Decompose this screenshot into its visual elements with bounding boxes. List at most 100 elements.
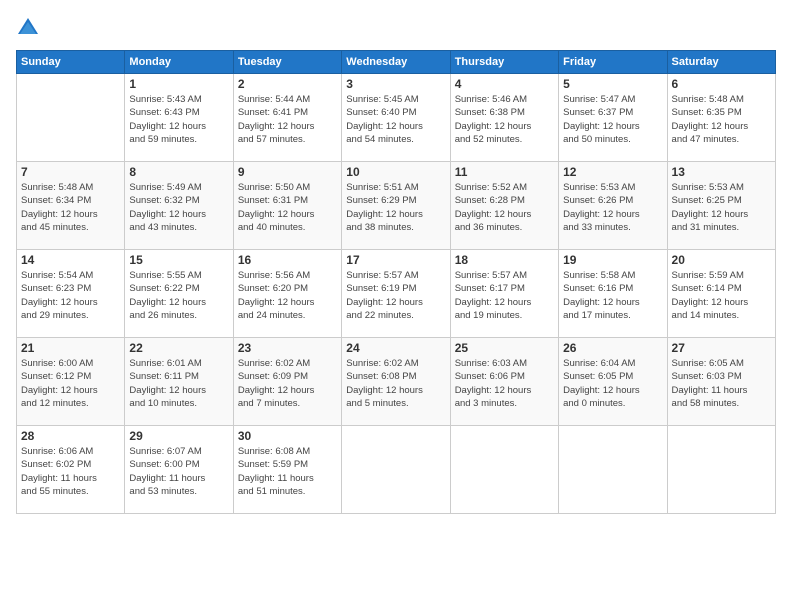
day-number: 7 xyxy=(21,165,120,179)
day-number: 23 xyxy=(238,341,337,355)
calendar-cell: 28 Sunrise: 6:06 AM Sunset: 6:02 PM Dayli… xyxy=(17,426,125,514)
weekday-header-monday: Monday xyxy=(125,51,233,74)
day-number: 19 xyxy=(563,253,662,267)
day-info: Sunrise: 6:02 AM Sunset: 6:09 PM Dayligh… xyxy=(238,357,337,410)
day-number: 3 xyxy=(346,77,445,91)
day-number: 4 xyxy=(455,77,554,91)
day-number: 17 xyxy=(346,253,445,267)
calendar-cell: 16 Sunrise: 5:56 AM Sunset: 6:20 PM Dayli… xyxy=(233,250,341,338)
day-info: Sunrise: 6:06 AM Sunset: 6:02 PM Dayligh… xyxy=(21,445,120,498)
page: SundayMondayTuesdayWednesdayThursdayFrid… xyxy=(0,0,792,612)
calendar-cell xyxy=(559,426,667,514)
calendar-cell: 2 Sunrise: 5:44 AM Sunset: 6:41 PM Daylig… xyxy=(233,74,341,162)
day-info: Sunrise: 6:07 AM Sunset: 6:00 PM Dayligh… xyxy=(129,445,228,498)
day-info: Sunrise: 5:49 AM Sunset: 6:32 PM Dayligh… xyxy=(129,181,228,234)
calendar-cell: 8 Sunrise: 5:49 AM Sunset: 6:32 PM Daylig… xyxy=(125,162,233,250)
day-number: 16 xyxy=(238,253,337,267)
calendar-cell: 21Sunrise: 6:00 AM Sunset: 6:12 PM Dayli… xyxy=(17,338,125,426)
day-info: Sunrise: 6:04 AM Sunset: 6:05 PM Dayligh… xyxy=(563,357,662,410)
day-info: Sunrise: 5:44 AM Sunset: 6:41 PM Dayligh… xyxy=(238,93,337,146)
day-number: 2 xyxy=(238,77,337,91)
day-info: Sunrise: 5:47 AM Sunset: 6:37 PM Dayligh… xyxy=(563,93,662,146)
calendar-cell xyxy=(17,74,125,162)
day-number: 27 xyxy=(672,341,771,355)
day-info: Sunrise: 5:53 AM Sunset: 6:26 PM Dayligh… xyxy=(563,181,662,234)
day-number: 8 xyxy=(129,165,228,179)
calendar-cell: 13 Sunrise: 5:53 AM Sunset: 6:25 PM Dayli… xyxy=(667,162,775,250)
calendar-cell xyxy=(450,426,558,514)
day-info: Sunrise: 5:52 AM Sunset: 6:28 PM Dayligh… xyxy=(455,181,554,234)
calendar-cell: 14 Sunrise: 5:54 AM Sunset: 6:23 PM Dayli… xyxy=(17,250,125,338)
week-row-4: 21Sunrise: 6:00 AM Sunset: 6:12 PM Dayli… xyxy=(17,338,776,426)
weekday-header-saturday: Saturday xyxy=(667,51,775,74)
calendar-cell: 1 Sunrise: 5:43 AM Sunset: 6:43 PM Daylig… xyxy=(125,74,233,162)
calendar-cell: 7Sunrise: 5:48 AM Sunset: 6:34 PM Daylig… xyxy=(17,162,125,250)
day-number: 1 xyxy=(129,77,228,91)
day-info: Sunrise: 5:59 AM Sunset: 6:14 PM Dayligh… xyxy=(672,269,771,322)
logo-icon xyxy=(16,16,40,40)
day-info: Sunrise: 5:55 AM Sunset: 6:22 PM Dayligh… xyxy=(129,269,228,322)
calendar-body: 1 Sunrise: 5:43 AM Sunset: 6:43 PM Daylig… xyxy=(17,74,776,514)
day-info: Sunrise: 6:03 AM Sunset: 6:06 PM Dayligh… xyxy=(455,357,554,410)
week-row-1: 1 Sunrise: 5:43 AM Sunset: 6:43 PM Daylig… xyxy=(17,74,776,162)
day-number: 22 xyxy=(129,341,228,355)
day-number: 28 xyxy=(21,429,120,443)
day-number: 10 xyxy=(346,165,445,179)
week-row-2: 7Sunrise: 5:48 AM Sunset: 6:34 PM Daylig… xyxy=(17,162,776,250)
day-number: 5 xyxy=(563,77,662,91)
calendar-cell: 23 Sunrise: 6:02 AM Sunset: 6:09 PM Dayli… xyxy=(233,338,341,426)
day-number: 20 xyxy=(672,253,771,267)
calendar-cell: 18 Sunrise: 5:57 AM Sunset: 6:17 PM Dayli… xyxy=(450,250,558,338)
day-info: Sunrise: 5:53 AM Sunset: 6:25 PM Dayligh… xyxy=(672,181,771,234)
calendar-cell: 4 Sunrise: 5:46 AM Sunset: 6:38 PM Daylig… xyxy=(450,74,558,162)
day-number: 24 xyxy=(346,341,445,355)
calendar-header: SundayMondayTuesdayWednesdayThursdayFrid… xyxy=(17,51,776,74)
calendar-cell: 3 Sunrise: 5:45 AM Sunset: 6:40 PM Daylig… xyxy=(342,74,450,162)
weekday-header-wednesday: Wednesday xyxy=(342,51,450,74)
calendar-cell: 9 Sunrise: 5:50 AM Sunset: 6:31 PM Daylig… xyxy=(233,162,341,250)
header xyxy=(16,16,776,40)
calendar: SundayMondayTuesdayWednesdayThursdayFrid… xyxy=(16,50,776,514)
weekday-header-friday: Friday xyxy=(559,51,667,74)
calendar-cell: 29 Sunrise: 6:07 AM Sunset: 6:00 PM Dayli… xyxy=(125,426,233,514)
day-number: 18 xyxy=(455,253,554,267)
day-info: Sunrise: 5:48 AM Sunset: 6:35 PM Dayligh… xyxy=(672,93,771,146)
calendar-cell: 26 Sunrise: 6:04 AM Sunset: 6:05 PM Dayli… xyxy=(559,338,667,426)
day-info: Sunrise: 5:57 AM Sunset: 6:19 PM Dayligh… xyxy=(346,269,445,322)
day-number: 26 xyxy=(563,341,662,355)
weekday-row: SundayMondayTuesdayWednesdayThursdayFrid… xyxy=(17,51,776,74)
day-number: 6 xyxy=(672,77,771,91)
calendar-cell: 11 Sunrise: 5:52 AM Sunset: 6:28 PM Dayli… xyxy=(450,162,558,250)
day-number: 9 xyxy=(238,165,337,179)
calendar-cell: 6 Sunrise: 5:48 AM Sunset: 6:35 PM Daylig… xyxy=(667,74,775,162)
day-info: Sunrise: 5:57 AM Sunset: 6:17 PM Dayligh… xyxy=(455,269,554,322)
day-number: 11 xyxy=(455,165,554,179)
day-info: Sunrise: 6:08 AM Sunset: 5:59 PM Dayligh… xyxy=(238,445,337,498)
week-row-5: 28 Sunrise: 6:06 AM Sunset: 6:02 PM Dayli… xyxy=(17,426,776,514)
day-number: 14 xyxy=(21,253,120,267)
calendar-cell: 19 Sunrise: 5:58 AM Sunset: 6:16 PM Dayli… xyxy=(559,250,667,338)
calendar-cell xyxy=(342,426,450,514)
calendar-cell: 5 Sunrise: 5:47 AM Sunset: 6:37 PM Daylig… xyxy=(559,74,667,162)
calendar-cell: 27 Sunrise: 6:05 AM Sunset: 6:03 PM Dayli… xyxy=(667,338,775,426)
day-info: Sunrise: 5:50 AM Sunset: 6:31 PM Dayligh… xyxy=(238,181,337,234)
day-info: Sunrise: 5:46 AM Sunset: 6:38 PM Dayligh… xyxy=(455,93,554,146)
calendar-cell: 20 Sunrise: 5:59 AM Sunset: 6:14 PM Dayli… xyxy=(667,250,775,338)
calendar-cell: 15 Sunrise: 5:55 AM Sunset: 6:22 PM Dayli… xyxy=(125,250,233,338)
day-info: Sunrise: 5:51 AM Sunset: 6:29 PM Dayligh… xyxy=(346,181,445,234)
day-number: 29 xyxy=(129,429,228,443)
day-info: Sunrise: 6:01 AM Sunset: 6:11 PM Dayligh… xyxy=(129,357,228,410)
weekday-header-sunday: Sunday xyxy=(17,51,125,74)
day-info: Sunrise: 5:43 AM Sunset: 6:43 PM Dayligh… xyxy=(129,93,228,146)
day-number: 25 xyxy=(455,341,554,355)
day-info: Sunrise: 5:45 AM Sunset: 6:40 PM Dayligh… xyxy=(346,93,445,146)
day-info: Sunrise: 5:58 AM Sunset: 6:16 PM Dayligh… xyxy=(563,269,662,322)
day-info: Sunrise: 5:56 AM Sunset: 6:20 PM Dayligh… xyxy=(238,269,337,322)
calendar-cell: 30Sunrise: 6:08 AM Sunset: 5:59 PM Dayli… xyxy=(233,426,341,514)
day-number: 13 xyxy=(672,165,771,179)
day-number: 15 xyxy=(129,253,228,267)
day-info: Sunrise: 6:05 AM Sunset: 6:03 PM Dayligh… xyxy=(672,357,771,410)
calendar-cell: 24 Sunrise: 6:02 AM Sunset: 6:08 PM Dayli… xyxy=(342,338,450,426)
day-info: Sunrise: 6:02 AM Sunset: 6:08 PM Dayligh… xyxy=(346,357,445,410)
day-info: Sunrise: 5:54 AM Sunset: 6:23 PM Dayligh… xyxy=(21,269,120,322)
